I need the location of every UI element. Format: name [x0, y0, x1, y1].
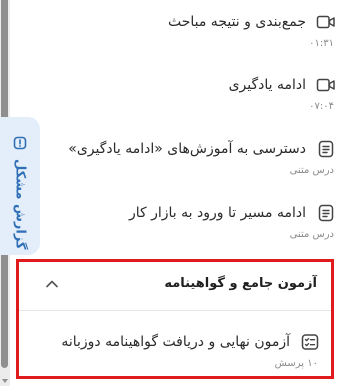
video-icon [316, 15, 335, 29]
quiz-question-count: ۱۰ پرسش [274, 358, 318, 369]
document-icon [318, 140, 334, 158]
lesson-title: دسترسی به آموزش‌های «ادامه یادگیری» [68, 141, 306, 157]
lesson-duration: ۰۷:۰۴ [309, 101, 334, 112]
lesson-item[interactable]: جمع‌بندی و نتیجه مباحث ۰۱:۳۱ [168, 12, 336, 49]
course-curriculum-panel: گزارش مشکل جمع‌بندی و نتیجه مباحث ۰۱:۳۱ … [0, 0, 350, 386]
report-icon [13, 136, 27, 150]
lesson-item[interactable]: ادامه یادگیری ۰۷:۰۴ [229, 75, 336, 112]
document-icon [318, 204, 334, 222]
quiz-item[interactable]: آزمون نهایی و دریافت گواهینامه دوزبانه ۱… [61, 332, 320, 369]
report-problem-tab[interactable]: گزارش مشکل [0, 117, 40, 255]
quiz-title: آزمون نهایی و دریافت گواهینامه دوزبانه [61, 334, 290, 350]
section-title: آزمون جامع و گواهینامه [164, 276, 317, 291]
lesson-duration: ۰۱:۳۱ [309, 38, 334, 49]
lesson-title: ادامه یادگیری [228, 77, 306, 93]
lesson-item[interactable]: ادامه مسیر تا ورود به بازار کار درس متنی [129, 203, 336, 240]
report-problem-label: گزارش مشکل [12, 159, 28, 250]
section-header[interactable]: آزمون جامع و گواهینامه [19, 262, 331, 311]
lesson-type: درس متنی [289, 229, 334, 240]
lesson-item[interactable]: دسترسی به آموزش‌های «ادامه یادگیری» درس … [68, 139, 336, 176]
scroll-down-arrow-icon[interactable] [2, 379, 8, 383]
video-icon [316, 78, 335, 92]
section-comprehensive-exam: آزمون جامع و گواهینامه آزمون نهایی و دری… [16, 259, 334, 379]
lesson-title: جمع‌بندی و نتیجه مباحث [167, 14, 306, 30]
lesson-type: درس متنی [289, 165, 334, 176]
lesson-title: ادامه مسیر تا ورود به بازار کار [128, 205, 306, 221]
quiz-icon [301, 334, 319, 350]
chevron-up-icon[interactable] [45, 277, 59, 291]
